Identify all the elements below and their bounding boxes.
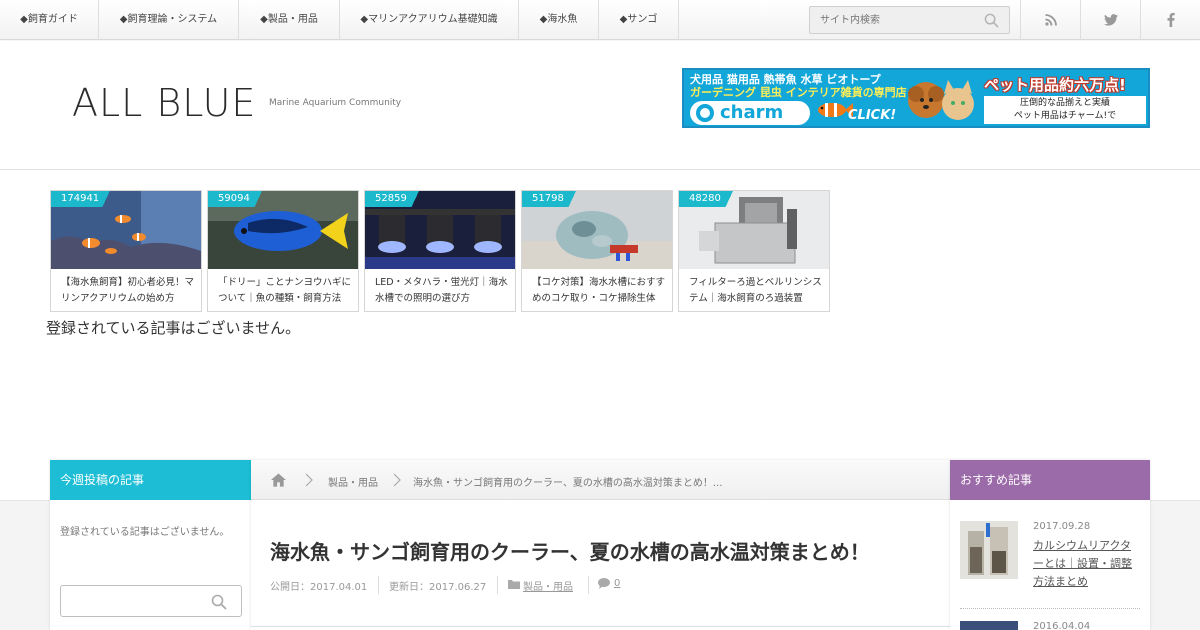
- updated-date: 更新日：2017.06.27: [389, 582, 487, 593]
- banner-brand-logo: charm: [690, 101, 810, 125]
- facebook-icon: [1167, 13, 1175, 27]
- view-count: 59094: [208, 191, 268, 207]
- charm-ring-icon: [696, 104, 714, 122]
- nav-item-basics[interactable]: ◆マリンアクアリウム基礎知識: [340, 0, 519, 40]
- right-sidebar: おすすめ記事 2017.09.28 カルシウムリアクターとは｜設置・調整方法まと…: [950, 460, 1150, 630]
- dog-and-cat-icon: [908, 80, 974, 120]
- nav-item-coral[interactable]: ◆サンゴ: [599, 0, 679, 40]
- sidebar-search-box: [60, 585, 242, 617]
- no-articles-message: 登録されている記事はございません。: [46, 319, 301, 337]
- view-count: 52859: [365, 191, 425, 207]
- banner-brand: charm: [720, 102, 784, 123]
- site-search-input[interactable]: [810, 7, 980, 33]
- site-tagline: Marine Aquarium Community: [269, 98, 402, 108]
- meta-divider: [497, 576, 498, 594]
- post-category-link[interactable]: 製品・用品: [523, 582, 573, 593]
- post-title: 海水魚・サンゴ飼育用のクーラー、夏の水槽の高水温対策まとめ！: [270, 540, 870, 564]
- popular-card[interactable]: 59094 「ドリー」ことナンヨウハギについて｜魚の種類・飼育方法: [207, 190, 359, 312]
- site-logo[interactable]: ALL BLUE: [72, 81, 256, 125]
- banner-sub1: 圧倒的な品揃えと実績: [1019, 98, 1110, 108]
- published-date: 公開日：2017.04.01: [270, 582, 368, 593]
- calcium-reactor-thumbnail: [960, 521, 1018, 579]
- popular-card[interactable]: 52859 LED・メタハラ・蛍光灯｜海水水槽での照明の選び方: [364, 190, 516, 312]
- chevron-right-icon: [393, 473, 401, 487]
- search-icon[interactable]: [984, 13, 999, 28]
- recommended-date: 2017.09.28: [1033, 521, 1091, 532]
- card-title: 【コケ対策】海水水槽におすすめのコケ取り・コケ掃除生体: [532, 277, 665, 304]
- nav-item-fish[interactable]: ◆海水魚: [519, 0, 599, 40]
- twitter-icon: [1103, 14, 1118, 26]
- weekly-posts-heading: 今週投稿の記事: [50, 460, 251, 500]
- banner-click: CLICK!: [848, 108, 897, 123]
- main-content: 製品・用品 海水魚・サンゴ飼育用のクーラー、夏の水槽の高水温対策まとめ！... …: [251, 460, 950, 630]
- view-count: 174941: [51, 191, 118, 207]
- nav-item-guide[interactable]: ◆飼育ガイド: [0, 0, 99, 40]
- card-title: フィルターろ過とベルリンシステム｜海水飼育のろ過装置: [689, 277, 822, 304]
- left-sidebar: 今週投稿の記事 登録されている記事はございません。: [50, 460, 251, 630]
- banner-sub2: ペット用品はチャーム!で: [1013, 111, 1117, 121]
- meta-divider: [378, 576, 379, 594]
- recommended-heading: おすすめ記事: [950, 460, 1150, 500]
- post-category-wrap: 製品・用品: [523, 578, 573, 593]
- recommended-item[interactable]: 2016.04.04: [960, 621, 1140, 630]
- banner-line2: ガーデニング 昆虫 インテリア雑貨の専門店: [690, 86, 907, 99]
- sidebar-search-input[interactable]: [61, 586, 211, 616]
- twitter-button[interactable]: [1080, 0, 1140, 40]
- card-title: LED・メタハラ・蛍光灯｜海水水槽での照明の選び方: [375, 277, 508, 304]
- nav-item-theory[interactable]: ◆飼育理論・システム: [99, 0, 239, 40]
- card-title: 「ドリー」ことナンヨウハギについて｜魚の種類・飼育方法: [218, 277, 351, 304]
- divider: [960, 608, 1140, 609]
- nav-item-products[interactable]: ◆製品・用品: [239, 0, 340, 40]
- recommended-item[interactable]: 2017.09.28 カルシウムリアクターとは｜設置・調整方法まとめ: [960, 521, 1140, 601]
- popular-card[interactable]: 51798 【コケ対策】海水水槽におすすめのコケ取り・コケ掃除生体: [521, 190, 673, 312]
- site-header: ALL BLUE Marine Aquarium Community 犬用品 猫…: [0, 41, 1200, 170]
- popular-posts: 174941 【海水魚飼育】初心者必見！マリンアクアリウムの始め方 59094 …: [50, 190, 840, 312]
- comment-icon: [598, 578, 610, 589]
- banner-headline: ペット用品約六万点!: [984, 76, 1126, 94]
- card-title: 【海水魚飼育】初心者必見！マリンアクアリウムの始め方: [61, 277, 194, 304]
- recommended-date: 2016.04.04: [1033, 621, 1091, 630]
- comment-count-link[interactable]: 0: [614, 578, 620, 589]
- breadcrumb-current: 海水魚・サンゴ飼育用のクーラー、夏の水槽の高水温対策まとめ！...: [413, 478, 723, 489]
- popular-card[interactable]: 174941 【海水魚飼育】初心者必見！マリンアクアリウムの始め方: [50, 190, 202, 312]
- weekly-posts-empty-message: 登録されている記事はございません。: [60, 527, 230, 538]
- popular-card[interactable]: 48280 フィルターろ過とベルリンシステム｜海水飼育のろ過装置: [678, 190, 830, 312]
- breadcrumb-category[interactable]: 製品・用品: [328, 474, 378, 489]
- comment-count-wrap: 0: [614, 578, 620, 589]
- view-count: 48280: [679, 191, 739, 207]
- site-search-box: [809, 6, 1010, 34]
- rss-button[interactable]: [1020, 0, 1080, 40]
- facebook-button[interactable]: [1140, 0, 1200, 40]
- search-icon[interactable]: [211, 594, 227, 610]
- banner-subtext: 圧倒的な品揃えと実績 ペット用品はチャーム!で: [984, 96, 1146, 124]
- recommended-thumbnail: [960, 621, 1018, 630]
- divider: [251, 626, 950, 627]
- recommended-title[interactable]: カルシウムリアクターとは｜設置・調整方法まとめ: [1033, 537, 1135, 591]
- top-navigation: ◆飼育ガイド ◆飼育理論・システム ◆製品・用品 ◆マリンアクアリウム基礎知識 …: [0, 0, 1200, 40]
- rss-icon: [1044, 14, 1057, 26]
- charm-ad-banner[interactable]: 犬用品 猫用品 熱帯魚 水草 ビオトープ ガーデニング 昆虫 インテリア雑貨の専…: [682, 68, 1150, 128]
- breadcrumb: 製品・用品 海水魚・サンゴ飼育用のクーラー、夏の水槽の高水温対策まとめ！...: [251, 460, 950, 500]
- meta-divider: [588, 576, 589, 594]
- home-icon[interactable]: [271, 473, 286, 487]
- chevron-right-icon: [305, 473, 313, 487]
- folder-icon: [508, 580, 520, 589]
- view-count: 51798: [522, 191, 582, 207]
